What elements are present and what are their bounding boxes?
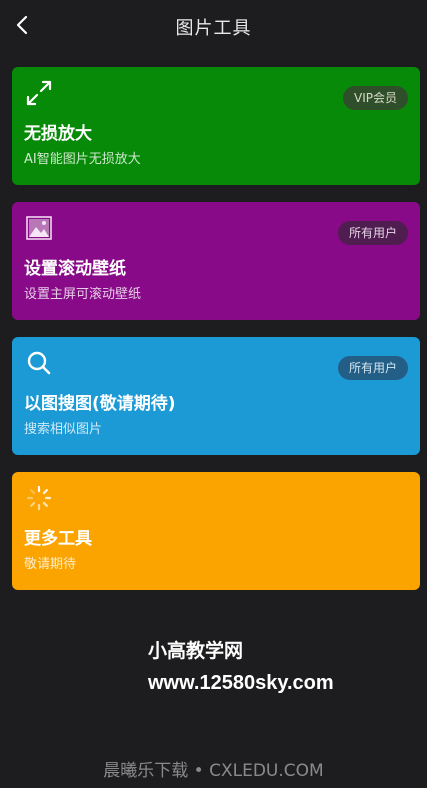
loading-spinner-icon xyxy=(26,485,52,511)
watermark-site-url: www.12580sky.com xyxy=(148,672,334,694)
card-title: 更多工具 xyxy=(24,529,92,549)
image-icon xyxy=(26,216,52,240)
card-description: 设置主屏可滚动壁纸 xyxy=(24,287,142,302)
card-scroll-wallpaper[interactable]: 所有用户 设置滚动壁纸 设置主屏可滚动壁纸 xyxy=(12,202,420,320)
card-description: 敬请期待 xyxy=(24,557,77,572)
card-description: 搜索相似图片 xyxy=(24,422,103,437)
vip-badge: VIP会员 xyxy=(343,86,408,110)
card-description: AI智能图片无损放大 xyxy=(24,152,141,167)
header: 图片工具 xyxy=(0,0,427,52)
card-title: 无损放大 xyxy=(24,124,92,144)
page-title: 图片工具 xyxy=(175,18,252,39)
expand-arrows-icon xyxy=(26,80,52,106)
card-title: 设置滚动壁纸 xyxy=(24,259,126,279)
watermark-site-name: 小高教学网 xyxy=(148,641,244,662)
search-icon xyxy=(27,351,51,375)
all-users-badge: 所有用户 xyxy=(337,221,408,245)
footer-watermark: 晨曦乐下载 • CXLEDU.COM xyxy=(103,761,324,781)
card-lossless-upscale[interactable]: VIP会员 无损放大 AI智能图片无损放大 xyxy=(12,67,420,185)
card-more-tools[interactable]: 更多工具 敬请期待 xyxy=(12,472,420,590)
card-image-search[interactable]: 所有用户 以图搜图(敬请期待) 搜索相似图片 xyxy=(12,337,420,455)
card-title: 以图搜图(敬请期待) xyxy=(24,394,176,414)
all-users-badge: 所有用户 xyxy=(337,356,408,380)
